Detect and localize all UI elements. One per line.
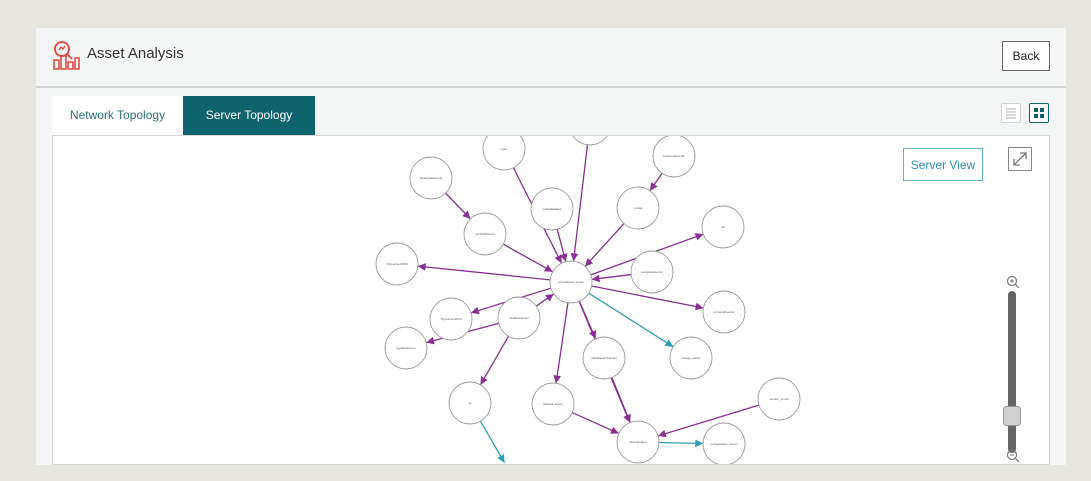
asset-analysis-window: Asset Analysis Back Network Topology Ser… (36, 28, 1066, 465)
graph-edge (570, 144, 589, 262)
graph-node-label: iis (469, 401, 472, 405)
graph-node[interactable]: win2016server (463, 212, 507, 256)
graph-node-label: nodejs (634, 206, 643, 210)
tab-server-topology[interactable]: Server Topology (183, 96, 315, 135)
graph-node[interactable]: ssl (701, 205, 745, 249)
graph-node[interactable]: mongodbserver (702, 290, 746, 334)
graph-edge (417, 263, 551, 281)
graph-node[interactable]: SQLserver2012 (429, 297, 473, 341)
graph-node[interactable]: SQLserver2008 (375, 242, 419, 286)
graph-edge (571, 411, 620, 435)
graph-edge (445, 192, 471, 220)
graph-node-label: win2012server (509, 316, 529, 320)
graph-node[interactable]: postgresqlserver (630, 250, 674, 294)
topology-canvas[interactable]: nginx kuaimodulev111 hadoopdatanode redisda… (52, 135, 1050, 465)
graph-node-label: mongodbserver (714, 310, 735, 314)
graph-node-label: logstashserver (396, 346, 416, 350)
graph-edge (553, 302, 569, 384)
tab-network-topology[interactable]: Network Topology (52, 96, 183, 135)
grid-view-button[interactable] (1029, 103, 1049, 123)
graph-node[interactable]: prometheus_server (549, 260, 593, 304)
server-view-button[interactable]: Server View (903, 148, 983, 181)
graph-edge (479, 420, 506, 464)
graph-node-label: ssl (721, 225, 725, 229)
back-button[interactable]: Back (1002, 41, 1050, 71)
graph-node[interactable]: nodejs (616, 186, 660, 230)
page-header: Asset Analysis Back (36, 28, 1066, 88)
zoom-in-icon[interactable] (1006, 275, 1020, 289)
graph-node-circle[interactable] (482, 136, 526, 171)
graph-node-label: nginx (500, 147, 508, 151)
asset-analysis-icon (53, 41, 80, 70)
graph-edge (658, 439, 704, 448)
graph-node[interactable]: monitor_server (757, 377, 801, 421)
graph-node-label: hadoopdatanode (420, 176, 443, 180)
graph-node-label: alertmanager (629, 440, 647, 444)
graph-node-label: mongo_server (681, 356, 700, 360)
graph-node-label: win2016server (475, 232, 495, 236)
graph-node-label: SQLserver2008 (386, 262, 407, 266)
graph-node-circle[interactable] (569, 136, 611, 146)
graph-node[interactable]: logstashserver (384, 326, 428, 370)
graph-node[interactable]: kuaimodulev111 (652, 136, 696, 178)
graph-node[interactable]: alertmanager (616, 420, 660, 464)
graph-edge (503, 243, 553, 273)
server-topology-graph[interactable]: nginx kuaimodulev111 hadoopdatanode redisda… (53, 136, 1050, 465)
graph-node[interactable]: elasticsearchserver (582, 336, 626, 380)
graph-node[interactable]: nginx (482, 136, 526, 171)
zoom-out-icon[interactable] (1006, 449, 1020, 463)
zoom-slider-thumb[interactable] (1003, 405, 1021, 426)
graph-node[interactable]: pushgateway_server (702, 422, 746, 465)
grid-view-icon (1034, 108, 1044, 118)
graph-nodes: nginx kuaimodulev111 hadoopdatanode redisda… (375, 136, 801, 465)
zoom-slider-track[interactable] (1008, 291, 1016, 453)
graph-node-label: pushgateway_server (710, 442, 738, 446)
graph-node-label: kuaimodulev111 (663, 154, 685, 158)
graph-edge (591, 273, 632, 283)
graph-node[interactable]: redisdatabase (530, 187, 574, 231)
graph-node-label: postgresqlserver (641, 270, 663, 274)
graph-node[interactable]: iis (448, 381, 492, 425)
graph-node[interactable]: mongo_server (669, 336, 713, 380)
graph-node[interactable]: grafana_server (531, 382, 575, 426)
graph-edge (649, 172, 663, 192)
graph-edge (479, 335, 510, 386)
graph-node[interactable] (569, 136, 611, 146)
list-view-button[interactable] (1001, 103, 1021, 123)
graph-node-label: SQLserver2012 (440, 317, 461, 321)
graph-node-label: prometheus_server (558, 280, 584, 284)
expand-icon (1013, 152, 1027, 166)
graph-node-label: elasticsearchserver (591, 356, 617, 360)
graph-node[interactable]: win2012server (497, 296, 541, 340)
graph-node-label: redisdatabase (543, 207, 562, 211)
graph-edge (535, 293, 555, 307)
graph-edge (584, 223, 625, 267)
fullscreen-button[interactable] (1008, 147, 1032, 171)
page-title: Asset Analysis (87, 45, 184, 62)
graph-node-label: grafana_server (543, 402, 563, 406)
graph-node-label: monitor_server (769, 397, 789, 401)
graph-node[interactable]: hadoopdatanode (409, 156, 453, 200)
list-view-icon (1006, 108, 1016, 119)
